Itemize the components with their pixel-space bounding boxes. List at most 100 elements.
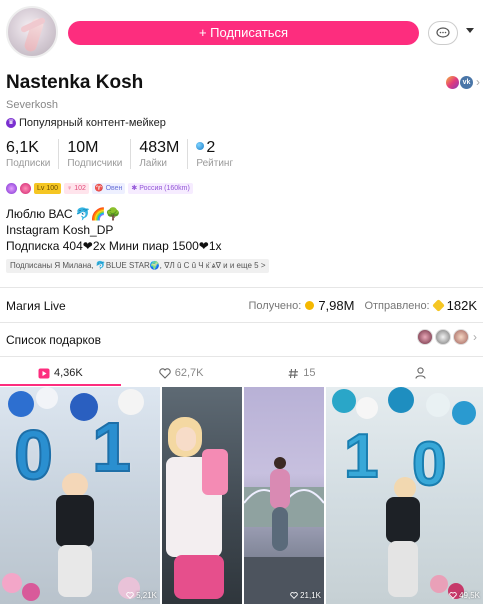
chevron-down-icon[interactable] (466, 28, 474, 33)
balloon (426, 393, 450, 417)
video-thumbnail[interactable]: 0 1 5,21K (0, 387, 160, 604)
bio-line: Подписка 404❤2х Мини пиар 1500❤1х (6, 239, 222, 253)
person-head (394, 477, 416, 499)
person-body (56, 495, 94, 547)
stat-rating[interactable]: 2 Рейтинг (196, 139, 241, 169)
gift-avatar (435, 329, 451, 345)
popular-creator-badge: ♛ Популярный контент-мейкер (6, 117, 166, 129)
stat-value: 2 (196, 139, 233, 157)
divider (0, 322, 483, 323)
globe-icon (196, 142, 205, 150)
vk-icon[interactable]: vk (460, 75, 473, 89)
heart-icon (290, 592, 298, 599)
person-head (62, 473, 88, 497)
profile-header: + Подписаться (0, 0, 483, 64)
coin-icon (305, 301, 315, 310)
tab-label: 62,7K (174, 367, 204, 379)
profile-name: Nastenka Kosh (6, 72, 144, 93)
chat-icon (436, 27, 450, 38)
balloon (8, 391, 34, 417)
gift-list-avatars[interactable]: › (417, 329, 477, 345)
stat-followers[interactable]: 10M Подписчики (67, 139, 132, 169)
view-count-value: 21,1K (300, 591, 321, 600)
tab-profile[interactable] (362, 360, 483, 386)
person-legs (58, 545, 92, 597)
profile-tags: Lv 100 ♀ 102 ♈ Овен ✱ Россия (160km) (6, 183, 193, 194)
person-icon (415, 367, 426, 379)
balloon-digit: 0 (411, 429, 448, 500)
received-label: Получено: (248, 299, 302, 312)
person-legs (174, 555, 224, 599)
video-thumbnail[interactable]: 1 0 49,5K (326, 387, 483, 604)
stat-value: 6,1K (6, 139, 39, 156)
video-thumbnail[interactable] (162, 387, 242, 604)
magic-live-label: Магия Live (6, 299, 66, 313)
person-legs (272, 507, 288, 551)
balloon (452, 401, 476, 425)
heart-icon (126, 592, 134, 599)
stat-value-text: 2 (206, 139, 216, 156)
profile-stats: 6,1K Подписки 10M Подписчики 483M Лайки … (6, 139, 249, 169)
stat-following[interactable]: 6,1K Подписки (6, 139, 60, 169)
balloon-digit: 1 (343, 421, 380, 492)
view-count-value: 49,5K (459, 591, 480, 600)
chevron-right-icon: › (476, 75, 480, 89)
video-icon (38, 368, 50, 378)
sent-value: 182K (446, 298, 477, 313)
message-button[interactable] (428, 21, 458, 45)
stat-label: Подписки (6, 158, 51, 169)
view-count: 49,5K (449, 591, 480, 600)
gift-avatar (417, 329, 433, 345)
location-tag: ✱ Россия (160km) (128, 183, 193, 194)
hashtag-icon (288, 368, 299, 378)
gift-avatar (453, 329, 469, 345)
balloon (388, 387, 414, 413)
magic-live-summary[interactable]: Получено: 7,98M Отправлено: 182K (249, 298, 478, 313)
username: Severkosh (6, 99, 58, 111)
bio: Люблю ВАС 🐬🌈🌳 Instagram Kosh_DP Подписка… (6, 206, 222, 254)
badge-icon (20, 183, 31, 194)
avatar[interactable] (6, 6, 58, 58)
stat-likes[interactable]: 483M Лайки (139, 139, 189, 169)
tab-label: 15 (303, 367, 316, 379)
balloon (430, 575, 448, 593)
tab-liked[interactable]: 62,7K (121, 360, 242, 386)
person-head (274, 457, 286, 469)
tab-hashtags[interactable]: 15 (242, 360, 363, 386)
tab-videos[interactable]: 4,36K (0, 360, 121, 386)
stat-label: Лайки (139, 158, 168, 169)
person-body (386, 497, 420, 543)
balloon (356, 397, 378, 419)
bio-line: Люблю ВАС 🐬🌈🌳 (6, 207, 121, 221)
crown-icon: ♛ (6, 118, 16, 128)
balloon (332, 389, 356, 413)
view-count: 5,21K (126, 591, 157, 600)
gift-list-label: Список подарков (6, 333, 101, 347)
badge-icon (6, 183, 17, 194)
level-tag: Lv 100 (34, 183, 62, 194)
video-grid: 0 1 5,21K 21,1K 1 0 49,5K (0, 387, 483, 604)
bio-line: Instagram Kosh_DP (6, 223, 114, 237)
held-object (202, 449, 228, 495)
followed-by-link[interactable]: Подписаны Я Милана, 🐬BLUE STAR🌍, ∇Л û С … (6, 259, 270, 273)
gender-tag: ♀ 102 (64, 183, 89, 194)
instagram-icon[interactable] (446, 75, 459, 89)
received-value: 7,98M (318, 298, 355, 313)
diamond-icon (431, 299, 445, 312)
video-thumbnail[interactable]: 21,1K (244, 387, 324, 604)
chevron-right-icon: › (473, 330, 477, 344)
divider (0, 287, 483, 288)
balloon (22, 583, 40, 601)
social-links[interactable]: vk › (446, 75, 480, 89)
view-count-value: 5,21K (136, 591, 157, 600)
popular-creator-label: Популярный контент-мейкер (19, 117, 166, 129)
stat-value: 10M (67, 139, 99, 156)
balloon-digit: 0 (13, 415, 54, 495)
stat-label: Рейтинг (196, 158, 234, 169)
subscribe-button[interactable]: + Подписаться (68, 21, 419, 45)
divider (0, 356, 483, 357)
heart-icon (159, 367, 171, 379)
stat-label: Подписчики (67, 158, 123, 169)
sent-label: Отправлено: (364, 299, 430, 312)
zodiac-tag: ♈ Овен (91, 183, 126, 194)
